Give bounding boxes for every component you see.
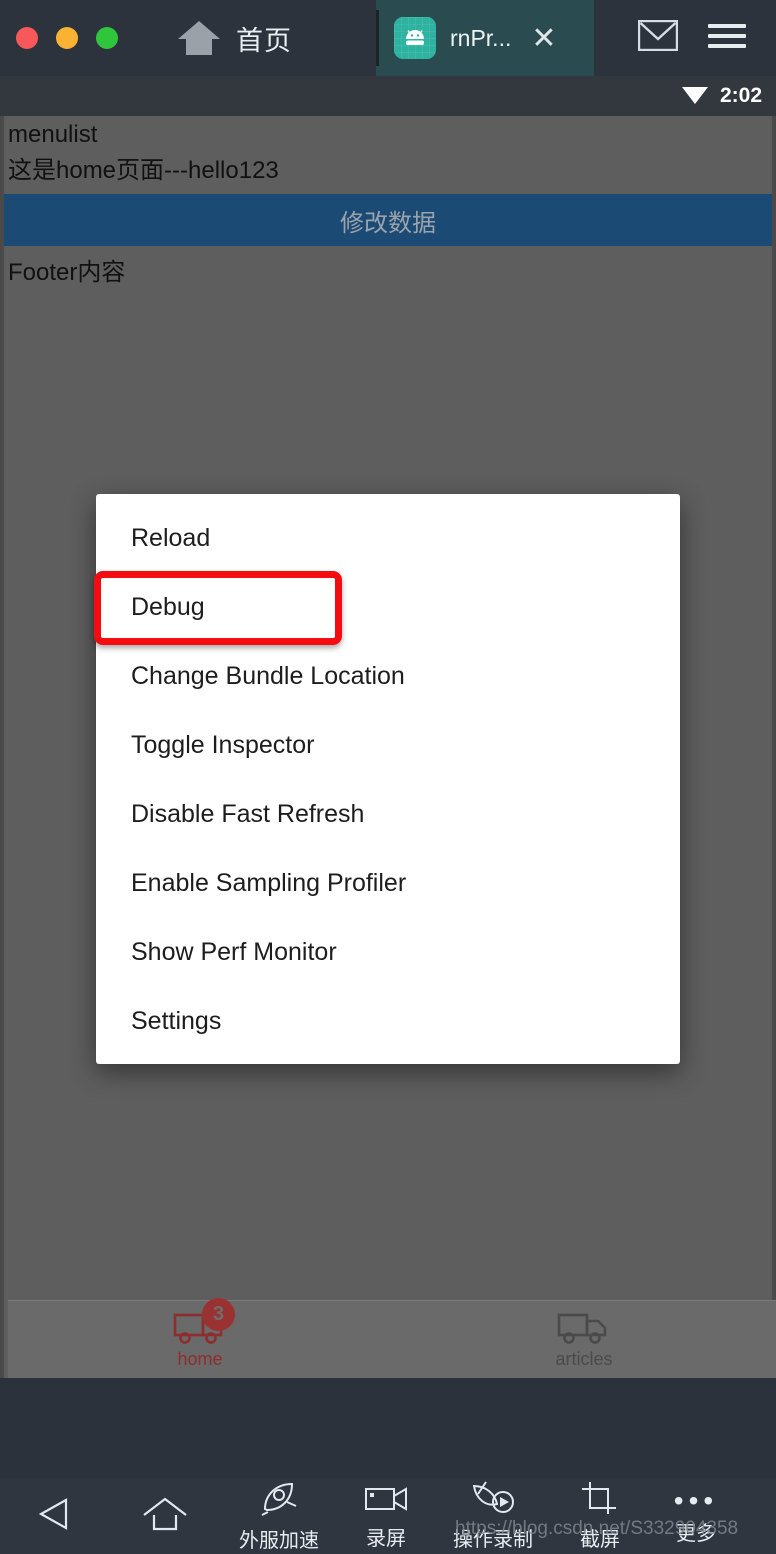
watermark-text: https://blog.csdn.net/S332904358: [455, 1518, 739, 1539]
status-bar-clock: 2:02: [719, 84, 762, 107]
rocket-icon: [256, 1479, 302, 1522]
video-camera-icon: [363, 1481, 409, 1520]
emulator-bottom-toolbar: 外服加速 录屏 操作录制 截屏 ••• 更多 https://blog.csdn…: [0, 1478, 776, 1554]
menu-item-disable-fast-refresh[interactable]: Disable Fast Refresh: [96, 780, 680, 849]
maximize-window-button[interactable]: [96, 27, 118, 49]
menu-item-debug[interactable]: Debug: [96, 573, 680, 642]
close-window-button[interactable]: [16, 27, 38, 49]
menulist-label: menulist: [8, 121, 98, 148]
menu-item-toggle-inspector[interactable]: Toggle Inspector: [96, 711, 680, 780]
minimize-window-button[interactable]: [56, 27, 78, 49]
back-triangle-icon: [35, 1495, 75, 1538]
footer-text: Footer内容: [8, 259, 126, 286]
nav-home-button[interactable]: [110, 1495, 220, 1538]
app-tab-bar: 3 home articles: [8, 1297, 776, 1378]
home-badge: 3: [202, 1297, 235, 1331]
menu-item-show-perf-monitor[interactable]: Show Perf Monitor: [96, 918, 680, 987]
truck-icon: [557, 1310, 611, 1346]
home-outline-icon: [141, 1495, 189, 1538]
macro-record-icon: [468, 1480, 518, 1521]
truck-icon: 3: [173, 1297, 235, 1346]
more-dots-icon: •••: [673, 1484, 719, 1516]
home-icon: [176, 18, 222, 58]
nav-back-button[interactable]: [0, 1495, 110, 1538]
toolbar-accelerate-label: 外服加速: [239, 1530, 319, 1552]
app-tab-rnpr[interactable]: rnPr... ✕: [376, 0, 594, 76]
emulator-titlebar: 首页 rnPr... ✕: [0, 0, 776, 76]
tab-home[interactable]: 3 home: [8, 1297, 392, 1378]
toolbar-screenshot[interactable]: 截屏: [552, 1480, 648, 1552]
window-controls: [0, 27, 118, 49]
android-status-bar: 2:02: [0, 76, 776, 116]
menu-item-change-bundle-location[interactable]: Change Bundle Location: [96, 642, 680, 711]
mail-icon[interactable]: [637, 19, 679, 56]
emulator-window: 首页 rnPr... ✕ 2:02 menulist 这是home页面---he…: [0, 0, 776, 1554]
tab-home-label: home: [177, 1348, 223, 1369]
home-tab[interactable]: 首页: [176, 18, 292, 58]
toolbar-macro-record[interactable]: 操作录制: [434, 1480, 552, 1552]
menu-item-reload[interactable]: Reload: [96, 504, 680, 573]
toolbar-accelerate[interactable]: 外服加速: [220, 1479, 338, 1553]
titlebar-right-actions: [637, 0, 776, 76]
android-app-icon: [394, 17, 436, 59]
tab-articles[interactable]: articles: [392, 1301, 776, 1378]
home-body-text: 这是home页面---hello123: [8, 157, 279, 184]
close-icon[interactable]: ✕: [531, 21, 556, 56]
home-tab-label: 首页: [236, 25, 292, 56]
menu-item-enable-sampling-profiler[interactable]: Enable Sampling Profiler: [96, 849, 680, 918]
hamburger-menu-icon[interactable]: [708, 22, 746, 55]
app-tab-title: rnPr...: [450, 24, 512, 51]
crop-screenshot-icon: [578, 1480, 622, 1521]
toolbar-screen-record[interactable]: 录屏: [338, 1481, 434, 1551]
modify-data-button[interactable]: 修改数据: [4, 194, 772, 246]
dev-menu-dialog: Reload Debug Change Bundle Location Togg…: [96, 494, 680, 1064]
tab-articles-label: articles: [555, 1348, 613, 1369]
wifi-icon: [680, 82, 710, 111]
menu-item-settings[interactable]: Settings: [96, 987, 680, 1056]
toolbar-screen-record-label: 录屏: [366, 1528, 406, 1550]
